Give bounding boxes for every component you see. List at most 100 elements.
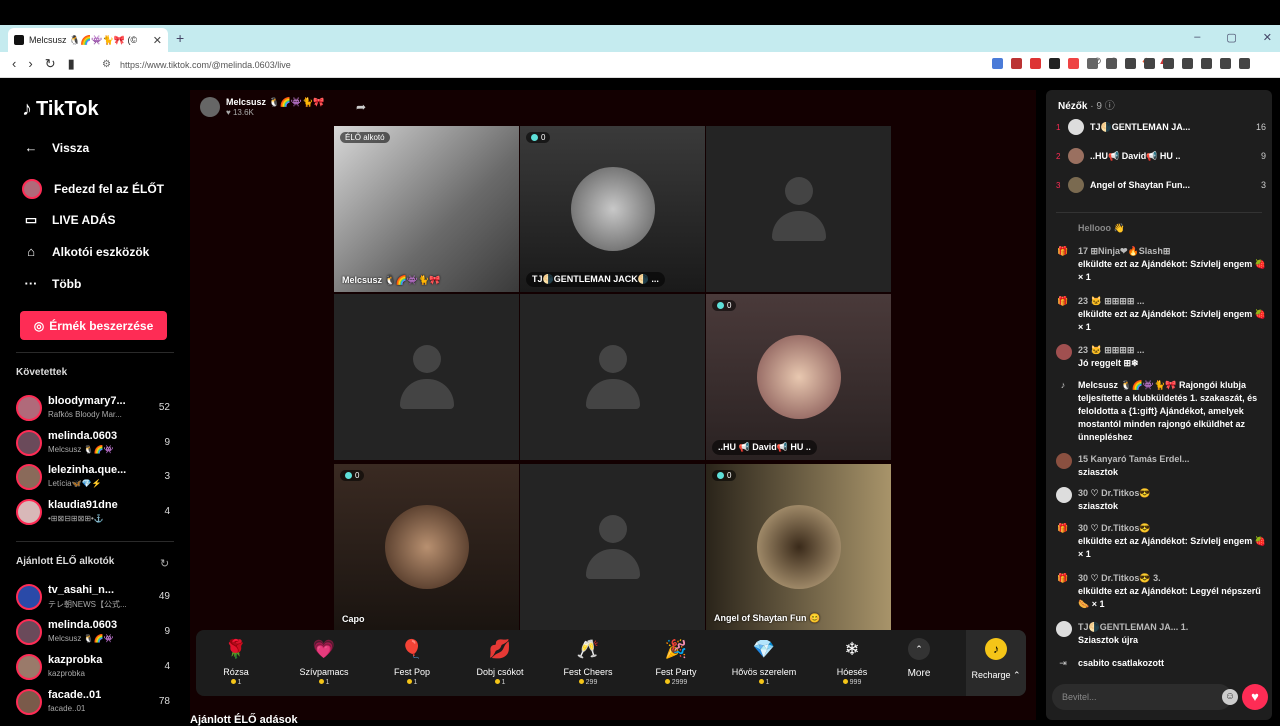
gift-item[interactable]: 💎 Hővös szerelem 1	[724, 636, 804, 686]
tiktok-note-icon: ♪	[1060, 380, 1066, 390]
close-window-button[interactable]: ✕	[1263, 31, 1272, 44]
menu-icon[interactable]	[1239, 58, 1250, 69]
vpn-extension-icon[interactable]	[1049, 58, 1060, 69]
gift-item[interactable]: 🥂 Fest Cheers 299	[548, 636, 628, 686]
chat-text: Melcsusz 🐧🌈👾🐈🎀 Rajongói klubja teljesíte…	[1078, 380, 1258, 442]
guest-cell-empty[interactable]	[520, 294, 705, 460]
gift-item[interactable]: 💗 Szívpamacs 1	[284, 636, 364, 686]
recommended-item[interactable]: facade..01 facade..01 78	[16, 687, 176, 717]
guest-cell[interactable]: 0 Capo	[334, 464, 519, 630]
close-tab-icon[interactable]: ✕	[153, 34, 162, 47]
chat-user[interactable]: 17 ⊞Ninja❤🔥Slash⊞	[1078, 245, 1266, 258]
chat-user[interactable]: TJ🌗GENTLEMAN JA... 1.	[1078, 621, 1266, 634]
gift-count: 0	[727, 301, 732, 310]
get-coins-button[interactable]: ◎ Érmék beszerzése	[20, 311, 167, 340]
download-icon[interactable]	[1125, 58, 1136, 69]
puzzle-extension-icon[interactable]	[1087, 58, 1098, 69]
guest-cell-empty[interactable]	[520, 464, 705, 630]
chat-user[interactable]: 15 Kanyaró Tamás Erdel...	[1078, 453, 1266, 466]
guest-cell[interactable]: 0 Angel of Shaytan Fun 😊	[706, 464, 891, 630]
coin-icon	[494, 679, 500, 684]
like-heart-button[interactable]: ♥	[1242, 684, 1268, 710]
recommended-sub: kazprobka	[48, 669, 85, 678]
top-viewer-row[interactable]: 1 TJ🌗GENTLEMAN JA... 16	[1056, 118, 1266, 136]
screenshot-extension-icon[interactable]	[1106, 58, 1117, 69]
avatar[interactable]	[1056, 453, 1072, 469]
reload-icon[interactable]: ↻	[45, 56, 56, 72]
recommended-item[interactable]: tv_asahi_n... テレ朝NEWS【公式... 49	[16, 582, 176, 612]
guest-cell-empty[interactable]	[334, 294, 519, 460]
recharge-button[interactable]: ♪ Recharge ⌃	[966, 630, 1026, 696]
chat-text: csabito csatlakozott	[1078, 658, 1165, 668]
recommended-item[interactable]: melinda.0603 Melcsusz 🐧🌈👾 9	[16, 617, 176, 647]
minimize-button[interactable]: –	[1194, 31, 1200, 44]
avatar	[16, 499, 42, 525]
browser-tab[interactable]: Melcsusz 🐧🌈👾🐈🎀 (© ✕	[8, 28, 168, 52]
following-item[interactable]: lelezinha.que... Letícia🦋💎⚡ 3	[16, 462, 176, 492]
info-icon[interactable]: ⓘ	[1105, 101, 1115, 112]
gift-item[interactable]: 🎈 Fest Pop 1	[372, 636, 452, 686]
new-tab-button[interactable]: +	[176, 30, 184, 46]
gift-item[interactable]: ❄ Hóesés 999	[812, 636, 892, 686]
viewer-score: 16	[1255, 122, 1266, 132]
color-extension-icon[interactable]	[1068, 58, 1079, 69]
bookmark-icon[interactable]: ▮	[68, 56, 75, 72]
chat-input[interactable]: Bevitel...	[1052, 684, 1232, 710]
guest-cell[interactable]: 0 ..HU 📢 David📢 HU ..	[706, 294, 891, 460]
following-item[interactable]: klaudia91dne •⊞⊠⊟⊞⊠⊞•⚓ 4	[16, 497, 176, 527]
maximize-button[interactable]: ▢	[1226, 31, 1236, 44]
avatar[interactable]	[1056, 487, 1072, 503]
gift-price: 1	[196, 679, 276, 686]
more-gifts-button[interactable]: ⌃ More	[901, 638, 937, 679]
chat-user[interactable]: 23 🐱 ⊞⊞⊞⊞ ...	[1078, 295, 1266, 308]
emoji-icon[interactable]: ☺	[1222, 689, 1238, 705]
hls-extension-icon[interactable]	[1030, 58, 1041, 69]
nav-creator-tools[interactable]: ⌂ Alkotói eszközök	[22, 244, 149, 259]
chat-user[interactable]: 30 ♡ Dr.Titkos😎	[1078, 522, 1266, 535]
refresh-icon[interactable]: ↻	[160, 557, 169, 570]
site-settings-icon[interactable]: ⚙	[102, 59, 111, 70]
host-header[interactable]: Melcsusz 🐧🌈👾🐈🎀 ♥ 13.6K	[200, 97, 325, 117]
nav-go-live[interactable]: ▭ LIVE ADÁS	[22, 212, 116, 228]
sidebar-toggle-icon[interactable]	[1163, 58, 1174, 69]
guest-cell-host[interactable]: ÉLŐ alkotó Melcsusz 🐧🌈👾🐈🎀	[334, 126, 519, 292]
back-link[interactable]: ← Vissza	[22, 140, 90, 155]
shields-icon[interactable]	[1201, 58, 1212, 69]
nav-more[interactable]: ··· Több	[22, 276, 82, 291]
avatar[interactable]	[1056, 621, 1072, 637]
gift-item[interactable]: 🎉 Fest Party 2999	[636, 636, 716, 686]
following-item[interactable]: bloodymary7... Rafkós Bloody Mar... 52	[16, 393, 176, 423]
chat-text: Hellooo 👋	[1078, 223, 1125, 233]
chat-user[interactable]: 23 🐱 ⊞⊞⊞⊞ ...	[1078, 344, 1266, 357]
chat-user[interactable]: 30 ♡ Dr.Titkos😎	[1078, 487, 1266, 500]
host-name: Melcsusz 🐧🌈👾🐈🎀	[226, 97, 325, 107]
recommended-item[interactable]: kazprobka kazprobka 4	[16, 652, 176, 682]
nav-explore-live[interactable]: Fedezd fel az ÉLŐT	[22, 179, 164, 199]
guest-cell[interactable]: 0 TJ🌗GENTLEMAN JACK🌗 ...	[520, 126, 705, 292]
viewers-header[interactable]: Nézők · 9 ⓘ	[1058, 97, 1115, 112]
recommended-name: facade..01	[48, 689, 102, 701]
avatar[interactable]	[1056, 344, 1072, 360]
gift-item[interactable]: 🌹 Rózsa 1	[196, 636, 276, 686]
x-extension-icon[interactable]	[1011, 58, 1022, 69]
top-viewer-row[interactable]: 2 ..HU📢 David📢 HU .. 9	[1056, 147, 1266, 165]
share-icon[interactable]: ➦	[356, 100, 366, 114]
tiktok-logo[interactable]: ♪ TikTok	[22, 98, 99, 121]
vpn-icon[interactable]	[1220, 58, 1231, 69]
chat-user[interactable]: 30 ♡ Dr.Titkos😎 3.	[1078, 572, 1266, 585]
recommended-live-heading: Ajánlott ÉLŐ adások	[190, 714, 298, 726]
heart-puff-icon: 💗	[312, 639, 336, 659]
forward-icon[interactable]: ›	[28, 56, 32, 72]
top-viewer-row[interactable]: 3 Angel of Shaytan Fun... 3	[1056, 176, 1266, 194]
gift-item[interactable]: 💋 Dobj csókot 1	[460, 636, 540, 686]
gift-count-badge: 0	[526, 132, 551, 143]
tiktok-page: ♪ TikTok ← Vissza Fedezd fel az ÉLŐT ▭ L…	[0, 78, 1280, 726]
wallet-icon[interactable]	[1182, 58, 1193, 69]
translate-extension-icon[interactable]	[992, 58, 1003, 69]
media-icon[interactable]	[1144, 58, 1155, 69]
following-item[interactable]: melinda.0603 Melcsusz 🐧🌈👾 9	[16, 428, 176, 458]
url-input[interactable]: ⚙ https://www.tiktok.com/@melinda.0603/l…	[96, 55, 986, 75]
cheers-icon: 🥂	[576, 639, 600, 659]
back-icon[interactable]: ‹	[12, 56, 16, 72]
guest-cell-empty[interactable]	[706, 126, 891, 292]
